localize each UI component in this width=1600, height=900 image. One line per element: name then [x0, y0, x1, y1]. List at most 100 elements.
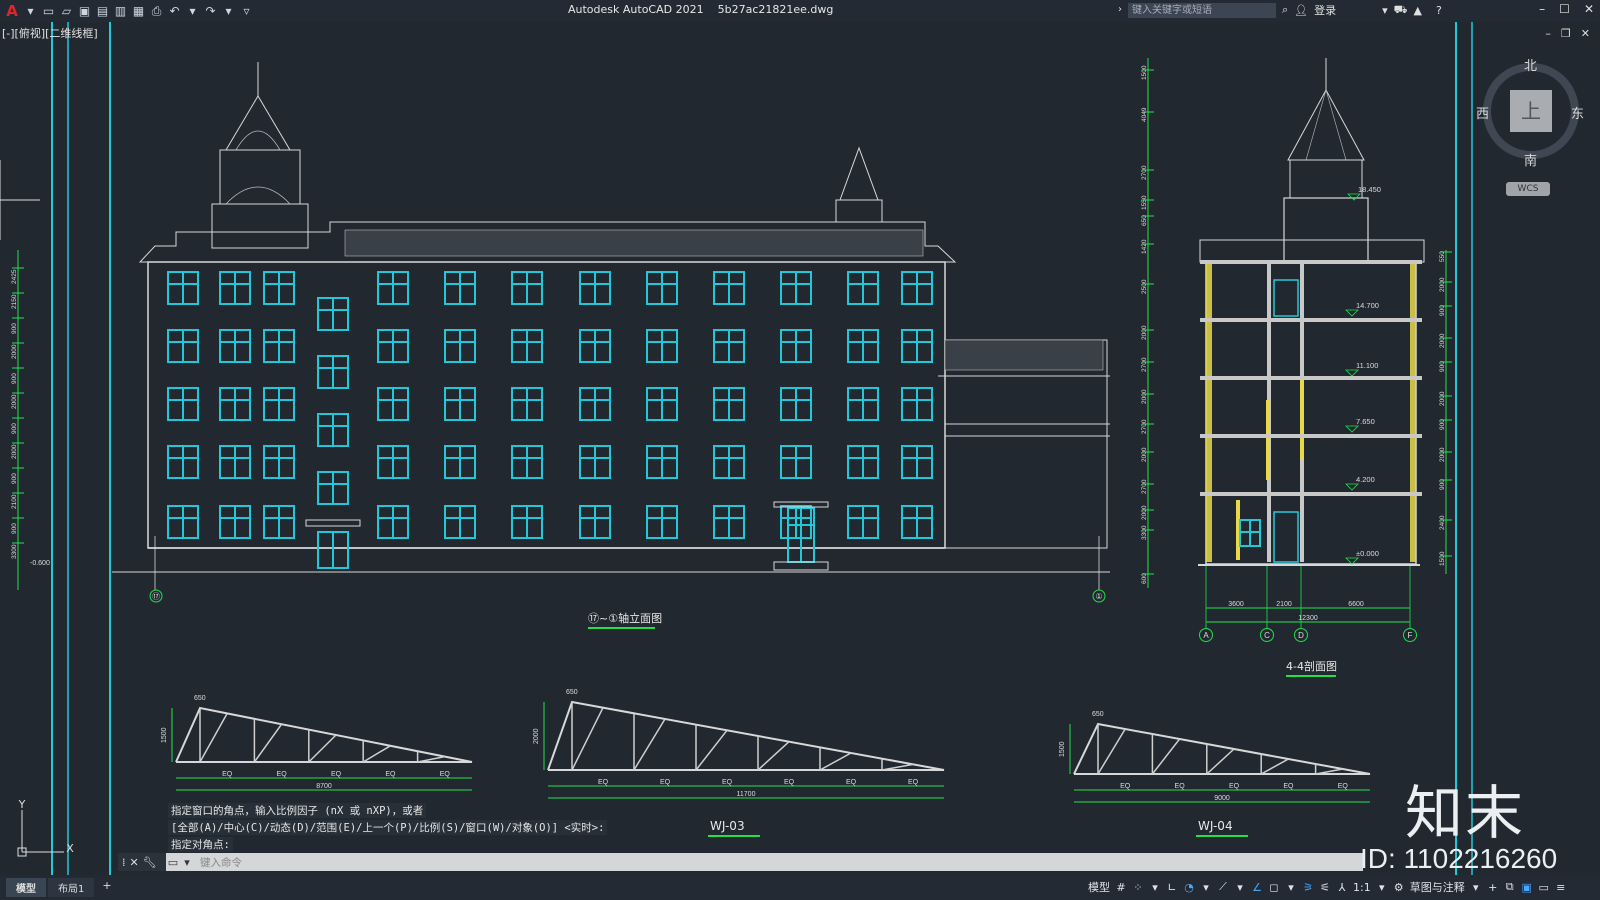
save-as-icon[interactable]: ▤	[95, 4, 110, 19]
command-close-icon[interactable]: ✕	[130, 856, 139, 869]
command-line[interactable]: ▭ ▾ 键入命令	[118, 853, 1363, 871]
a360-icon[interactable]: ▲	[1414, 4, 1422, 17]
print-icon[interactable]: ⎙	[149, 4, 164, 19]
workspace-label[interactable]: 草图与注释	[1410, 879, 1465, 895]
close-icon[interactable]: ✕	[1584, 2, 1594, 16]
isodraft-icon[interactable]: ⟋	[1217, 880, 1229, 894]
section-left-dim-label: 4049	[1141, 107, 1148, 122]
save-icon[interactable]: ▣	[77, 4, 92, 19]
grid-icon[interactable]: #	[1115, 881, 1127, 894]
section-left-dim-label: 2700	[1141, 357, 1148, 372]
units-icon[interactable]: ⧉	[1504, 880, 1516, 894]
truss-eq-label: EQ	[846, 779, 857, 786]
annotation-scale-icon[interactable]: ⅄	[1336, 881, 1348, 894]
command-customize-icon[interactable]: 🔧︎	[143, 856, 157, 869]
section-level-label: 4.200	[1356, 475, 1375, 484]
login-link[interactable]: 登录	[1314, 2, 1336, 18]
clean-screen-icon[interactable]: ▭	[1538, 881, 1550, 894]
undo-dropdown-icon[interactable]: ▾	[185, 4, 200, 19]
left-dim-label: 3300	[11, 544, 18, 559]
command-recent-icon[interactable]: ▭	[166, 856, 180, 869]
command-history-line-3: 指定对角点:	[168, 837, 233, 852]
customize-status-icon[interactable]: ≡	[1555, 881, 1567, 894]
window-controls: – ☐ ✕	[1539, 2, 1594, 16]
truss-eq-label: EQ	[1338, 783, 1349, 790]
viewport-restore-icon[interactable]: ❐	[1561, 27, 1571, 40]
viewcube-top-face[interactable]: 上	[1510, 90, 1552, 132]
watermark-id: ID: 1102216260	[1360, 843, 1558, 874]
truss-eq-label: EQ	[1120, 783, 1131, 790]
drawing-canvas[interactable]: 2425 2150 900 2000 900 2000 900 2000 900 2100 900 3…	[0, 22, 1600, 875]
wcs-menu[interactable]: WCS	[1506, 182, 1550, 196]
ortho-icon[interactable]: ∟	[1166, 881, 1178, 894]
open-file-icon[interactable]: ▱	[59, 4, 74, 19]
command-line-controls: ⁞ ✕ 🔧︎	[118, 853, 166, 871]
login-dropdown-icon[interactable]: ▾	[1382, 4, 1388, 17]
truss-eq-label: EQ	[784, 779, 795, 786]
maximize-icon[interactable]: ☐	[1559, 2, 1570, 16]
workspace-dropdown-icon[interactable]: ▾	[1470, 881, 1482, 894]
workspace-gear-icon[interactable]: ⚙	[1393, 881, 1405, 894]
app-menu-chevron-icon[interactable]: ▾	[23, 4, 38, 19]
new-file-icon[interactable]: ▭	[41, 4, 56, 19]
undo-icon[interactable]: ↶	[167, 4, 182, 19]
truss-top-label: 650	[1092, 711, 1104, 718]
search-input[interactable]: 键入关键字或短语	[1128, 3, 1276, 18]
section-left-dim-label: 2700	[1141, 479, 1148, 494]
viewcube-west[interactable]: 西	[1476, 103, 1489, 122]
section-axis-label: A	[1203, 631, 1209, 640]
osnap-dropdown-icon[interactable]: ▾	[1285, 881, 1297, 894]
section-left-dim-label: 2700	[1141, 165, 1148, 180]
command-input[interactable]: 键入命令	[200, 855, 242, 870]
help-icon[interactable]: ?	[1436, 4, 1442, 17]
search-expand-icon[interactable]: ›	[1118, 4, 1122, 15]
left-dim-label: 2100	[11, 494, 18, 509]
viewport-minimize-icon[interactable]: –	[1545, 27, 1551, 40]
autocad-logo-icon[interactable]: A	[4, 2, 20, 20]
tab-layout1[interactable]: 布局1	[48, 878, 95, 897]
scale-dropdown-icon[interactable]: ▾	[1376, 881, 1388, 894]
viewcube-north[interactable]: 北	[1524, 55, 1537, 74]
left-dim-label: 900	[11, 473, 18, 484]
truss-span-label: 8700	[316, 783, 332, 790]
viewport-close-icon[interactable]: ✕	[1581, 27, 1590, 40]
minimize-icon[interactable]: –	[1539, 2, 1545, 16]
customize-qat-icon[interactable]: ▿	[239, 4, 254, 19]
search-icon[interactable]: ⌕	[1282, 3, 1288, 17]
plot-preview-icon[interactable]: ▦	[131, 4, 146, 19]
redo-icon[interactable]: ↷	[203, 4, 218, 19]
polar-tracking-icon[interactable]: ◔	[1183, 881, 1195, 894]
object-snap-icon[interactable]: ◻	[1268, 881, 1280, 894]
left-dim-label: 2000	[11, 444, 18, 459]
cart-icon[interactable]: ⛟	[1394, 3, 1408, 18]
viewcube-east[interactable]: 东	[1571, 103, 1584, 122]
viewcube-south[interactable]: 南	[1524, 150, 1537, 169]
section-bottom-dim-label: 3600	[1228, 601, 1244, 608]
plus-icon[interactable]: +	[1487, 881, 1499, 894]
command-grip-icon[interactable]: ⁞	[122, 856, 126, 869]
section-bottom-dim-label: 2100	[1276, 601, 1292, 608]
user-icon[interactable]: 👤︎	[1294, 4, 1308, 17]
section-right-dim-label: 2000	[1439, 277, 1446, 292]
publish-icon[interactable]: ▥	[113, 4, 128, 19]
quick-properties-icon[interactable]: ▣	[1521, 881, 1533, 894]
model-space-button[interactable]: 模型	[1088, 879, 1110, 895]
isodraft-dropdown-icon[interactable]: ▾	[1234, 881, 1246, 894]
section-left-dim-label: 2000	[1141, 389, 1148, 404]
polar-dropdown-icon[interactable]: ▾	[1200, 881, 1212, 894]
tab-model[interactable]: 模型	[6, 878, 46, 897]
viewport-controls-label[interactable]: [-][俯视][二维线框]	[2, 25, 98, 41]
add-layout-icon[interactable]: +	[96, 878, 117, 897]
object-snap-tracking-icon[interactable]: ∠	[1251, 881, 1263, 894]
section-level-label: ±0.000	[1356, 549, 1379, 558]
snap-dropdown-icon[interactable]: ▾	[1149, 881, 1161, 894]
truss-eq-label: EQ	[277, 771, 288, 778]
auto-scale-icon[interactable]: ⚟	[1319, 881, 1331, 894]
section-left-dim-label: 2500	[1141, 279, 1148, 294]
annotation-scale-value[interactable]: 1:1	[1353, 881, 1371, 894]
snap-icon[interactable]: ⁘	[1132, 881, 1144, 894]
truss-span-label: 9000	[1214, 795, 1230, 802]
redo-dropdown-icon[interactable]: ▾	[221, 4, 236, 19]
annotation-visibility-icon[interactable]: ⚞	[1302, 881, 1314, 894]
command-recent-dropdown-icon[interactable]: ▾	[180, 856, 194, 869]
